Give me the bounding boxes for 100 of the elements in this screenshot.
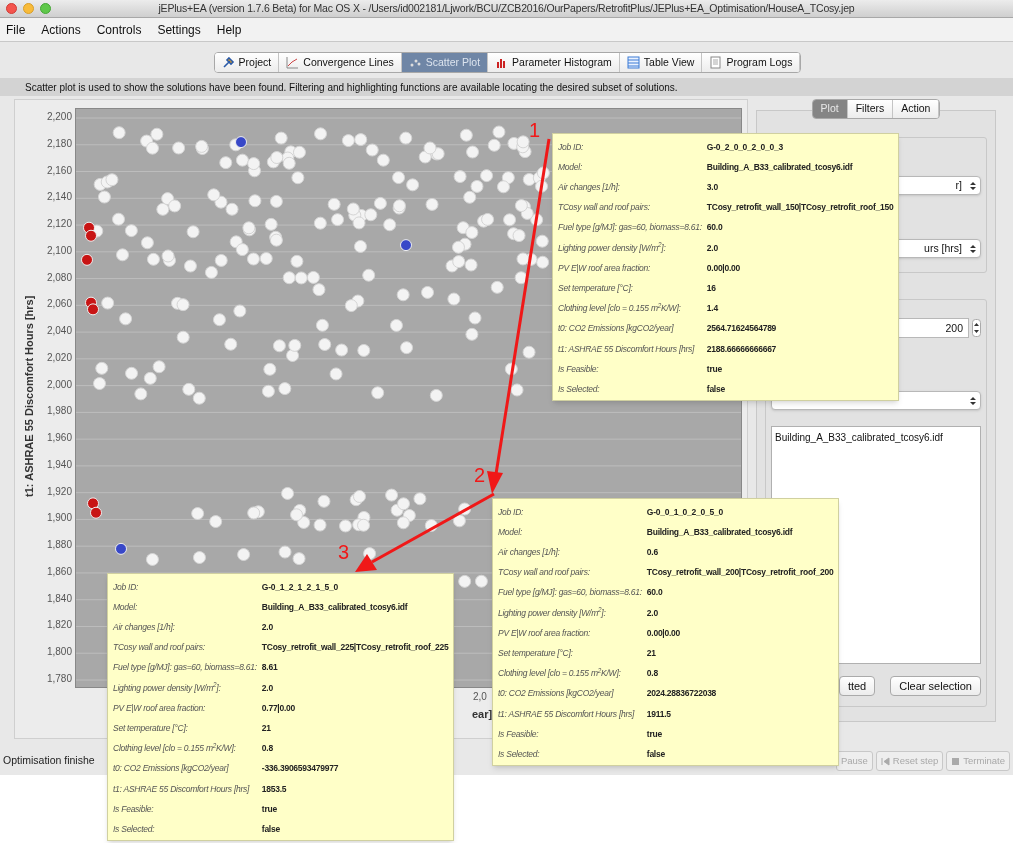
status-message: Optimisation finishe (3, 753, 95, 769)
field-label: Lighting power density [W/m$^{2}$]: (558, 241, 667, 255)
field-label: Is Selected: (558, 382, 601, 396)
field-label: Set temperature [°C]: (498, 647, 574, 660)
field-label: Is Selected: (113, 822, 156, 836)
field-value: true (646, 727, 663, 741)
field-value: 0.8 (646, 667, 659, 680)
tick-label: 2,0 (473, 690, 487, 704)
axis-title: t1: ASHRAE 55 Discomfort Hours [hrs] (21, 294, 36, 499)
step-number: 1 (529, 118, 541, 143)
field-label: Lighting power density [W/m$^{2}$]: (498, 606, 607, 620)
field-value: true (706, 362, 723, 376)
field-label: Is Feasible: (113, 802, 155, 816)
tick-label: 1,920 (46, 485, 72, 498)
field-label: Job ID: (113, 580, 140, 594)
field-value: false (261, 822, 281, 836)
tick-label: 1,960 (46, 432, 72, 445)
field-label: t1: ASHRAE 55 Discomfort Hours [hrs] (113, 782, 251, 796)
field-value: TCosy_retrofit_wall_150|TCosy_retrofit_roof_150 (706, 201, 894, 215)
field-label: Set temperature [°C]: (113, 722, 189, 735)
tick-label: 2,140 (46, 191, 72, 204)
field-value: 2.0 (261, 681, 274, 695)
field-value: 2564.71624564789 (706, 322, 778, 336)
field-value: 2.0 (261, 621, 274, 634)
field-label: t1: ASHRAE 55 Discomfort Hours [hrs] (558, 342, 696, 356)
field-value: 2188.66666666667 (706, 342, 778, 356)
description-bar: Scatter plot is used to show the solutions have been found. Filtering and highlighting functions are available locating the desired subset of solutions. (0, 78, 1013, 96)
window-title: jEPlus+EA (version 1.7.6 Beta) for Mac OS X - /Users/id002181/Ljwork/BCU/ZCB2016/OurPapers/RetrofitPlus/JEPlus+EA_Optimisation/HouseA_TCosy.jep (158, 0, 855, 16)
field-value: 0.00|0.00 (646, 626, 682, 640)
field-value: G-0_0_1_0_2_0_5_0 (646, 505, 724, 519)
field-label: Is Feasible: (558, 362, 600, 376)
field-value: 21 (646, 647, 657, 660)
field-value: G-0_1_2_1_2_1_5_0 (261, 580, 339, 594)
menu-item[interactable]: Settings (157, 20, 201, 39)
field-value: 0.8 (261, 742, 274, 755)
tab[interactable]: Program Logs (702, 53, 801, 72)
tick-label: 2,100 (46, 244, 72, 257)
action-button[interactable]: Clear selection (890, 676, 981, 696)
field-value: 0.00|0.00 (706, 261, 742, 275)
field-label: Air changes [1/h]: (113, 621, 176, 634)
tick-label: 1,840 (46, 592, 72, 605)
field-value: G-0_2_0_0_2_0_0_3 (706, 140, 784, 154)
menu-item[interactable]: Controls (96, 20, 142, 39)
field-value: 0.77|0.00 (261, 701, 297, 715)
field-value: TCosy_retrofit_wall_225|TCosy_retrofit_roof_225 (261, 641, 449, 655)
step-number: 3 (338, 540, 350, 565)
tick-label: 1,820 (46, 619, 72, 632)
field-value: 1.4 (706, 302, 720, 315)
tab[interactable]: Filters (847, 100, 894, 118)
field-value: 60.0 (646, 586, 664, 600)
tick-label: 1,900 (46, 512, 72, 525)
field-label: Is Selected: (498, 747, 541, 761)
field-label: Model: (113, 600, 138, 614)
field-label: Fuel type [g/MJ]: gas=60, biomass=8.61: (558, 221, 702, 235)
field-value: 2.0 (646, 606, 659, 620)
field-value: 1853.5 (261, 782, 288, 796)
field-value: 2.0 (706, 241, 719, 255)
field-label: TCosy wall and roof pairs: (498, 566, 591, 580)
tick-label: 1,880 (46, 539, 72, 552)
field-value: 16 (706, 282, 717, 295)
field-value: -336.3906593479977 (261, 762, 340, 776)
action-button[interactable]: tted (838, 676, 876, 696)
menu-item[interactable]: Actions (41, 20, 81, 39)
tick-label: 2,020 (46, 351, 72, 364)
field-value: false (706, 382, 726, 396)
field-label: Fuel type [g/MJ]: gas=60, biomass=8.61: (498, 586, 642, 600)
tab[interactable]: Convergence Lines (279, 53, 402, 72)
field-value: Building_A_B33_calibrated_tcosy6.idf (261, 600, 409, 614)
field-label: Model: (498, 525, 523, 539)
tick-label: 1,800 (46, 646, 72, 659)
tab[interactable]: Project (214, 53, 280, 72)
menu-item[interactable]: Help (216, 20, 242, 39)
field-value: false (646, 747, 666, 761)
field-label: Is Feasible: (498, 727, 540, 741)
tick-label: 2,000 (46, 378, 72, 391)
tab[interactable]: Table View (619, 53, 703, 72)
tick-label: 2,080 (46, 271, 72, 284)
field-label: Job ID: (498, 505, 525, 519)
menu-item[interactable]: File (6, 20, 26, 39)
field-label: PV E|W roof area fraction: (498, 626, 592, 640)
field-label: TCosy wall and roof pairs: (558, 201, 651, 215)
field-label: Job ID: (558, 140, 585, 154)
tick-label: 2,040 (46, 325, 72, 338)
field-label: Air changes [1/h]: (558, 181, 621, 194)
list-item[interactable]: Building_A_B33_calibrated_tcosy6.idf (775, 430, 977, 445)
field-label: t1: ASHRAE 55 Discomfort Hours [hrs] (498, 707, 636, 721)
field-label: t0: CO2 Emissions [kgCO2/year] (498, 687, 615, 701)
field-label: PV E|W roof area fraction: (113, 701, 207, 715)
field-label: Set temperature [°C]: (558, 282, 634, 295)
tick-label: 2,180 (46, 137, 72, 150)
tick-label: 1,860 (46, 565, 72, 578)
tab[interactable]: Action (893, 100, 940, 118)
field-label: Clothing level [clo = 0.155 m$^{2}$K/W]: (558, 302, 682, 315)
field-value: Building_A_B33_calibrated_tcosy6.idf (706, 160, 854, 174)
tab[interactable]: Parameter Histogram (488, 53, 620, 72)
field-label: Clothing level [clo = 0.155 m$^{2}$K/W]: (498, 667, 622, 680)
field-label: TCosy wall and roof pairs: (113, 641, 206, 655)
tick-label: 1,980 (46, 405, 72, 418)
field-label: Lighting power density [W/m$^{2}$]: (113, 681, 222, 695)
field-value: true (261, 802, 278, 816)
